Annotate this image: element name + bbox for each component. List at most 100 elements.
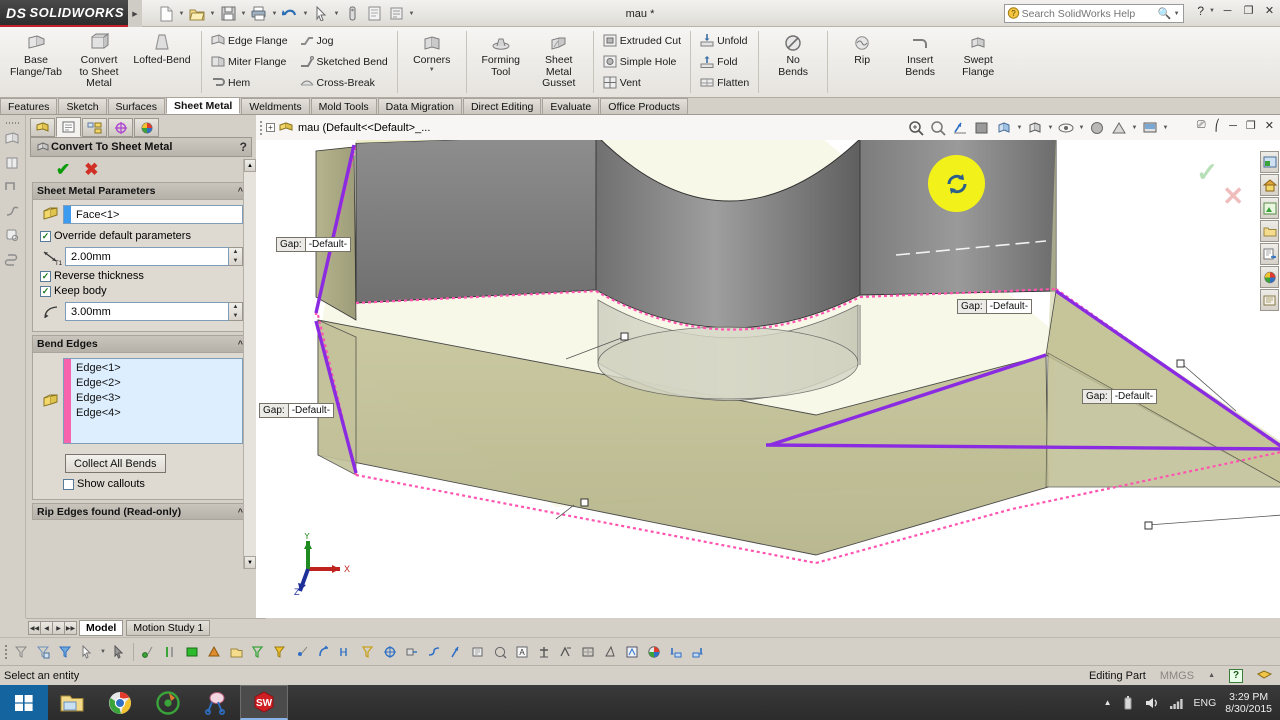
tab-sketch[interactable]: Sketch	[58, 98, 107, 114]
bend-edges-list[interactable]: Edge<1> Edge<2> Edge<3> Edge<4>	[63, 358, 243, 444]
status-caret-icon[interactable]: ▲	[1208, 672, 1215, 679]
rip-edges-header[interactable]: Rip Edges found (Read-only) ^	[32, 503, 248, 520]
filter-faces-icon[interactable]	[32, 640, 54, 664]
graphics-toolbar-grip[interactable]	[256, 120, 266, 135]
select-other-icon[interactable]	[108, 640, 130, 664]
apply-scene-caret-icon[interactable]: ▼	[1130, 125, 1139, 131]
thickness-input[interactable]: 2.00mm	[65, 247, 229, 266]
hide-show-reference-icon[interactable]	[621, 640, 643, 664]
convert-to-sheet-metal-button[interactable]: Convert to Sheet Metal	[70, 28, 128, 96]
bend-edges-header[interactable]: Bend Edges ^	[33, 336, 247, 353]
sheet-metal-parameters-header[interactable]: Sheet Metal Parameters ^	[33, 183, 247, 200]
taskbar-clock[interactable]: 3:29 PM 8/30/2015	[1225, 691, 1272, 715]
reverse-thickness-row[interactable]: ✓ Reverse thickness	[40, 270, 243, 282]
filter-off-icon[interactable]	[10, 640, 32, 664]
decals-icon[interactable]	[1260, 197, 1279, 219]
confirmation-corner-cancel-icon[interactable]: ✕	[1222, 181, 1244, 212]
collect-all-bends-button[interactable]: Collect All Bends	[65, 454, 166, 473]
tile-left-button[interactable]: ⎚	[1197, 119, 1206, 132]
vent-button[interactable]: Vent	[599, 72, 685, 93]
search-magnifier-icon[interactable]: 🔍	[1157, 7, 1173, 20]
status-help-badge[interactable]: ?	[1229, 668, 1243, 683]
view-settings-caret-icon[interactable]: ▼	[1161, 125, 1170, 131]
help-search-box[interactable]: ? 🔍 ▼	[1004, 4, 1184, 23]
hide-show-points-icon[interactable]	[137, 640, 159, 664]
hide-show-items-caret-icon[interactable]: ▼	[1077, 125, 1086, 131]
chrome-icon[interactable]	[96, 685, 144, 720]
sheet-metal-gusset-button[interactable]: Sheet Metal Gusset	[530, 28, 588, 96]
hide-show-weldbeads-icon[interactable]	[401, 640, 423, 664]
file-properties-icon[interactable]	[363, 3, 385, 25]
edge-flange-button[interactable]: Edge Flange	[207, 30, 292, 51]
select-arrow-icon[interactable]	[76, 640, 98, 664]
tab-sheet-metal[interactable]: Sheet Metal	[165, 97, 241, 114]
undo-caret-icon[interactable]: ▼	[301, 3, 310, 25]
appearance-sphere-icon[interactable]	[1260, 266, 1279, 288]
design-library-icon[interactable]	[1260, 289, 1279, 311]
extruded-cut-button[interactable]: Extruded Cut	[599, 30, 685, 51]
options-icon[interactable]	[385, 3, 407, 25]
sketched-bend-button[interactable]: Sketched Bend	[296, 51, 392, 72]
hide-show-cameras-icon[interactable]	[467, 640, 489, 664]
tab-model[interactable]: Model	[79, 620, 124, 636]
flyout-tree-label[interactable]: mau (Default<<Default>_...	[298, 122, 430, 134]
display-style-icon[interactable]	[1024, 117, 1046, 139]
fold-button[interactable]: Fold	[696, 51, 753, 72]
unfold-rail-icon[interactable]	[0, 247, 25, 271]
hide-show-relations-icon[interactable]	[357, 640, 379, 664]
tile-right-button[interactable]: ⎛	[1215, 119, 1221, 132]
base-flange-rail-icon[interactable]	[0, 127, 25, 151]
scroll-up-arrow-icon[interactable]: ▲	[244, 159, 256, 172]
select-caret-icon[interactable]: ▼	[332, 3, 341, 25]
convert-sheet-metal-rail-icon[interactable]	[0, 151, 25, 175]
unit-system[interactable]: MMGS	[1160, 670, 1194, 682]
language-indicator[interactable]: ENG	[1194, 697, 1217, 709]
save-document-icon[interactable]	[217, 3, 239, 25]
previous-view-icon[interactable]	[949, 117, 971, 139]
print-document-caret-icon[interactable]: ▼	[270, 3, 279, 25]
insert-bends-button[interactable]: Insert Bends	[891, 28, 949, 96]
open-document-caret-icon[interactable]: ▼	[208, 3, 217, 25]
last-tab-icon[interactable]: ▶▶	[64, 621, 77, 635]
view-settings-icon[interactable]	[1139, 117, 1161, 139]
tab-mold-tools[interactable]: Mold Tools	[310, 98, 377, 114]
show-hidden-icons-icon[interactable]: ▲	[1104, 698, 1112, 707]
search-dropdown-caret-icon[interactable]: ▼	[1172, 11, 1181, 17]
edge-flange-rail-icon[interactable]	[0, 175, 25, 199]
gap-callout[interactable]: Gap: -Default-	[957, 299, 1033, 314]
bend-edge-item[interactable]: Edge<2>	[76, 376, 121, 391]
gap-callout[interactable]: Gap: -Default-	[276, 237, 352, 252]
tab-evaluate[interactable]: Evaluate	[542, 98, 600, 114]
cross-break-button[interactable]: Cross-Break	[296, 72, 392, 93]
hide-show-axes-icon[interactable]	[159, 640, 181, 664]
hide-show-routing-icon[interactable]	[423, 640, 445, 664]
options-caret-icon[interactable]: ▼	[407, 3, 416, 25]
save-document-caret-icon[interactable]: ▼	[239, 3, 248, 25]
no-bends-button[interactable]: No Bends	[764, 28, 822, 96]
filter-edges-icon[interactable]	[54, 640, 76, 664]
usb-device-icon[interactable]	[1121, 695, 1135, 710]
zoom-to-area-icon[interactable]	[927, 117, 949, 139]
gap-callout[interactable]: Gap: -Default-	[1082, 389, 1158, 404]
view-orientation-icon[interactable]	[993, 117, 1015, 139]
zoom-to-fit-icon[interactable]	[905, 117, 927, 139]
windows-start-icon[interactable]	[0, 685, 48, 720]
help-icon[interactable]: ?	[1195, 4, 1206, 18]
undo-icon[interactable]	[279, 3, 301, 25]
bend-edge-item[interactable]: Edge<3>	[76, 391, 121, 406]
expand-tree-icon[interactable]: +	[266, 123, 275, 132]
tab-motion-study-1[interactable]: Motion Study 1	[126, 620, 211, 636]
bend-radius-input[interactable]: 3.00mm	[65, 302, 229, 321]
solidworks-logo[interactable]: DS SOLIDWORKS	[0, 0, 128, 27]
jog-button[interactable]: Jog	[296, 30, 392, 51]
face-selection-field[interactable]: Face<1>	[63, 205, 243, 224]
hide-show-grid-icon[interactable]	[643, 640, 665, 664]
scroll-down-arrow-icon[interactable]: ▼	[244, 556, 256, 569]
gap-callout[interactable]: Gap: -Default-	[259, 403, 335, 418]
new-document-icon[interactable]	[155, 3, 177, 25]
solidworks-icon[interactable]: SW	[240, 685, 288, 720]
cancel-button[interactable]: ✖	[84, 161, 98, 178]
document-close-button[interactable]: ✕	[1265, 119, 1274, 132]
hide-show-plane-grid-icon[interactable]	[687, 640, 709, 664]
hide-show-all-types-icon[interactable]	[665, 640, 687, 664]
